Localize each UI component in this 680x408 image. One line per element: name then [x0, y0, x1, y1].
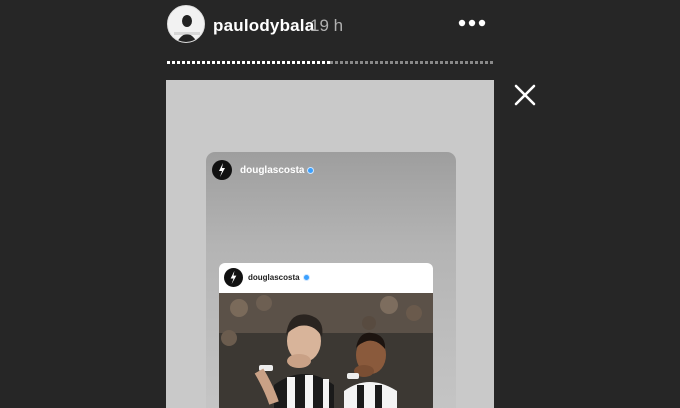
story-username[interactable]: paulodybala	[213, 16, 314, 36]
progress-segment-current	[167, 61, 330, 64]
profile-avatar[interactable]	[167, 5, 205, 43]
story-header: paulodybala 19 h	[0, 0, 680, 60]
photo-illustration	[219, 293, 433, 408]
inner-post-username: douglascosta	[248, 273, 310, 282]
story-canvas[interactable]: douglascosta douglascosta	[166, 80, 494, 408]
verified-badge-icon	[307, 166, 315, 174]
inner-post-card[interactable]: douglascosta	[219, 263, 433, 408]
verified-badge-icon	[302, 274, 310, 282]
shared-post-avatar	[212, 160, 232, 180]
story-timestamp: 19 h	[310, 16, 344, 35]
football-celebration-photo	[219, 293, 433, 408]
more-options-button[interactable]	[455, 10, 489, 36]
lightning-logo-icon	[219, 163, 225, 177]
avatar-silhouette-icon	[174, 15, 200, 42]
close-button[interactable]	[512, 82, 538, 108]
story-progress-bar	[167, 61, 493, 64]
progress-segment-next	[330, 61, 493, 64]
lightning-logo-icon	[230, 270, 237, 285]
shared-post-username: douglascosta	[240, 165, 315, 176]
inner-post-avatar	[224, 268, 243, 287]
more-horizontal-icon	[458, 19, 486, 27]
close-icon	[514, 84, 536, 106]
